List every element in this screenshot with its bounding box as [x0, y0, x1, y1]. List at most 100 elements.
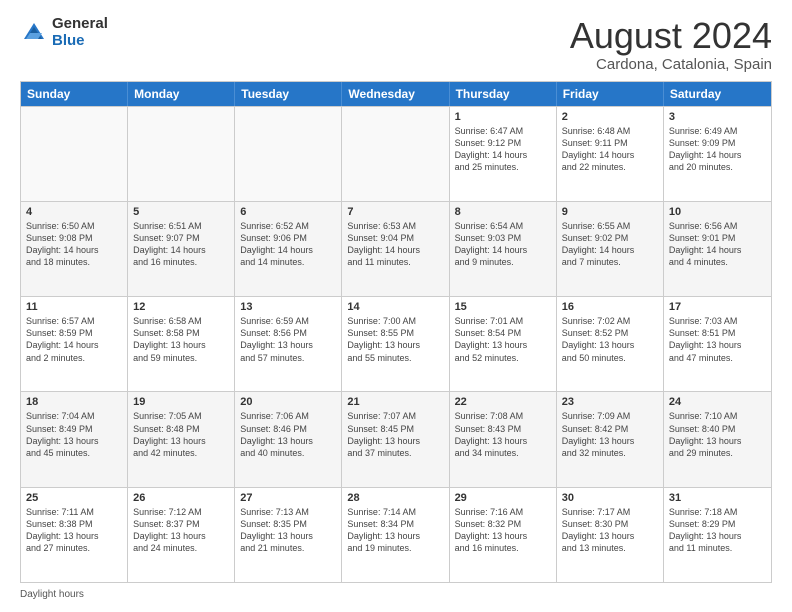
- calendar-row: 11Sunrise: 6:57 AM Sunset: 8:59 PM Dayli…: [21, 296, 771, 391]
- calendar-cell: 30 Sunrise: 7:17 AM Sunset: 8:30 PM Dayli…: [557, 488, 664, 582]
- day-number: 12: [133, 301, 229, 313]
- footer: Daylight hours: [20, 589, 772, 600]
- calendar-cell: [235, 107, 342, 201]
- calendar-header-day: Monday: [128, 82, 235, 106]
- title-block: August 2024 Cardona, Catalonia, Spain: [570, 16, 772, 73]
- calendar-header-day: Tuesday: [235, 82, 342, 106]
- calendar-cell: 11Sunrise: 6:57 AM Sunset: 8:59 PM Dayli…: [21, 297, 128, 391]
- calendar-header-day: Thursday: [450, 82, 557, 106]
- calendar-cell: 24 Sunrise: 7:10 AM Sunset: 8:40 PM Dayli…: [664, 392, 771, 486]
- day-number: 25: [26, 492, 122, 504]
- calendar-cell: 16Sunrise: 7:02 AM Sunset: 8:52 PM Dayli…: [557, 297, 664, 391]
- day-number: 8: [455, 206, 551, 218]
- day-info: Sunrise: 7:07 AM Sunset: 8:45 PM Dayligh…: [347, 410, 443, 459]
- day-info: Sunrise: 7:05 AM Sunset: 8:48 PM Dayligh…: [133, 410, 229, 459]
- day-number: 27: [240, 492, 336, 504]
- day-info: Sunrise: 7:12 AM Sunset: 8:37 PM Dayligh…: [133, 506, 229, 555]
- day-number: 20: [240, 396, 336, 408]
- day-info: Sunrise: 7:17 AM Sunset: 8:30 PM Dayligh…: [562, 506, 658, 555]
- calendar-header-day: Wednesday: [342, 82, 449, 106]
- main-title: August 2024: [570, 16, 772, 56]
- calendar-cell: 17Sunrise: 7:03 AM Sunset: 8:51 PM Dayli…: [664, 297, 771, 391]
- calendar-cell: 26 Sunrise: 7:12 AM Sunset: 8:37 PM Dayli…: [128, 488, 235, 582]
- footer-label: Daylight hours: [20, 589, 84, 600]
- calendar-cell: 2 Sunrise: 6:48 AM Sunset: 9:11 PM Daylig…: [557, 107, 664, 201]
- day-number: 14: [347, 301, 443, 313]
- calendar-cell: 21 Sunrise: 7:07 AM Sunset: 8:45 PM Dayli…: [342, 392, 449, 486]
- calendar-cell: 8 Sunrise: 6:54 AM Sunset: 9:03 PM Daylig…: [450, 202, 557, 296]
- calendar-cell: 3Sunrise: 6:49 AM Sunset: 9:09 PM Daylig…: [664, 107, 771, 201]
- calendar-cell: 4 Sunrise: 6:50 AM Sunset: 9:08 PM Daylig…: [21, 202, 128, 296]
- day-number: 13: [240, 301, 336, 313]
- calendar: SundayMondayTuesdayWednesdayThursdayFrid…: [20, 81, 772, 583]
- calendar-row: 4 Sunrise: 6:50 AM Sunset: 9:08 PM Daylig…: [21, 201, 771, 296]
- day-info: Sunrise: 7:13 AM Sunset: 8:35 PM Dayligh…: [240, 506, 336, 555]
- day-number: 28: [347, 492, 443, 504]
- calendar-cell: 1Sunrise: 6:47 AM Sunset: 9:12 PM Daylig…: [450, 107, 557, 201]
- day-info: Sunrise: 6:51 AM Sunset: 9:07 PM Dayligh…: [133, 220, 229, 269]
- calendar-header: SundayMondayTuesdayWednesdayThursdayFrid…: [21, 82, 771, 106]
- day-number: 26: [133, 492, 229, 504]
- day-info: Sunrise: 7:06 AM Sunset: 8:46 PM Dayligh…: [240, 410, 336, 459]
- calendar-header-day: Friday: [557, 82, 664, 106]
- day-number: 9: [562, 206, 658, 218]
- day-info: Sunrise: 6:57 AM Sunset: 8:59 PM Dayligh…: [26, 315, 122, 364]
- day-number: 15: [455, 301, 551, 313]
- calendar-row: 18 Sunrise: 7:04 AM Sunset: 8:49 PM Dayli…: [21, 391, 771, 486]
- calendar-cell: 22Sunrise: 7:08 AM Sunset: 8:43 PM Dayli…: [450, 392, 557, 486]
- day-info: Sunrise: 7:09 AM Sunset: 8:42 PM Dayligh…: [562, 410, 658, 459]
- calendar-cell: 14Sunrise: 7:00 AM Sunset: 8:55 PM Dayli…: [342, 297, 449, 391]
- calendar-row: 1Sunrise: 6:47 AM Sunset: 9:12 PM Daylig…: [21, 106, 771, 201]
- calendar-cell: 29 Sunrise: 7:16 AM Sunset: 8:32 PM Dayli…: [450, 488, 557, 582]
- calendar-cell: [21, 107, 128, 201]
- day-info: Sunrise: 6:59 AM Sunset: 8:56 PM Dayligh…: [240, 315, 336, 364]
- logo-blue-text: Blue: [52, 33, 108, 50]
- day-info: Sunrise: 7:04 AM Sunset: 8:49 PM Dayligh…: [26, 410, 122, 459]
- calendar-cell: [342, 107, 449, 201]
- subtitle: Cardona, Catalonia, Spain: [570, 56, 772, 73]
- day-number: 5: [133, 206, 229, 218]
- day-info: Sunrise: 6:53 AM Sunset: 9:04 PM Dayligh…: [347, 220, 443, 269]
- logo: General Blue: [20, 16, 108, 49]
- calendar-header-day: Sunday: [21, 82, 128, 106]
- day-info: Sunrise: 7:01 AM Sunset: 8:54 PM Dayligh…: [455, 315, 551, 364]
- day-number: 3: [669, 111, 766, 123]
- day-number: 21: [347, 396, 443, 408]
- day-info: Sunrise: 6:54 AM Sunset: 9:03 PM Dayligh…: [455, 220, 551, 269]
- calendar-cell: 12Sunrise: 6:58 AM Sunset: 8:58 PM Dayli…: [128, 297, 235, 391]
- page: General Blue August 2024 Cardona, Catalo…: [0, 0, 792, 612]
- day-number: 24: [669, 396, 766, 408]
- day-info: Sunrise: 7:18 AM Sunset: 8:29 PM Dayligh…: [669, 506, 766, 555]
- calendar-cell: 15 Sunrise: 7:01 AM Sunset: 8:54 PM Dayli…: [450, 297, 557, 391]
- day-number: 18: [26, 396, 122, 408]
- day-info: Sunrise: 6:50 AM Sunset: 9:08 PM Dayligh…: [26, 220, 122, 269]
- day-number: 16: [562, 301, 658, 313]
- calendar-cell: 10Sunrise: 6:56 AM Sunset: 9:01 PM Dayli…: [664, 202, 771, 296]
- calendar-cell: 5 Sunrise: 6:51 AM Sunset: 9:07 PM Daylig…: [128, 202, 235, 296]
- day-number: 6: [240, 206, 336, 218]
- calendar-cell: 6Sunrise: 6:52 AM Sunset: 9:06 PM Daylig…: [235, 202, 342, 296]
- calendar-cell: 28Sunrise: 7:14 AM Sunset: 8:34 PM Dayli…: [342, 488, 449, 582]
- day-number: 4: [26, 206, 122, 218]
- calendar-cell: 25 Sunrise: 7:11 AM Sunset: 8:38 PM Dayli…: [21, 488, 128, 582]
- day-info: Sunrise: 6:48 AM Sunset: 9:11 PM Dayligh…: [562, 125, 658, 174]
- calendar-cell: 31 Sunrise: 7:18 AM Sunset: 8:29 PM Dayli…: [664, 488, 771, 582]
- day-info: Sunrise: 7:08 AM Sunset: 8:43 PM Dayligh…: [455, 410, 551, 459]
- day-number: 19: [133, 396, 229, 408]
- day-number: 2: [562, 111, 658, 123]
- calendar-cell: 23Sunrise: 7:09 AM Sunset: 8:42 PM Dayli…: [557, 392, 664, 486]
- calendar-row: 25 Sunrise: 7:11 AM Sunset: 8:38 PM Dayli…: [21, 487, 771, 582]
- day-info: Sunrise: 7:10 AM Sunset: 8:40 PM Dayligh…: [669, 410, 766, 459]
- day-info: Sunrise: 7:16 AM Sunset: 8:32 PM Dayligh…: [455, 506, 551, 555]
- day-info: Sunrise: 6:47 AM Sunset: 9:12 PM Dayligh…: [455, 125, 551, 174]
- day-number: 31: [669, 492, 766, 504]
- calendar-cell: 18 Sunrise: 7:04 AM Sunset: 8:49 PM Dayli…: [21, 392, 128, 486]
- day-number: 30: [562, 492, 658, 504]
- day-info: Sunrise: 6:55 AM Sunset: 9:02 PM Dayligh…: [562, 220, 658, 269]
- day-number: 7: [347, 206, 443, 218]
- day-number: 29: [455, 492, 551, 504]
- day-info: Sunrise: 6:56 AM Sunset: 9:01 PM Dayligh…: [669, 220, 766, 269]
- day-info: Sunrise: 7:11 AM Sunset: 8:38 PM Dayligh…: [26, 506, 122, 555]
- logo-general-text: General: [52, 16, 108, 33]
- logo-icon: [20, 19, 48, 47]
